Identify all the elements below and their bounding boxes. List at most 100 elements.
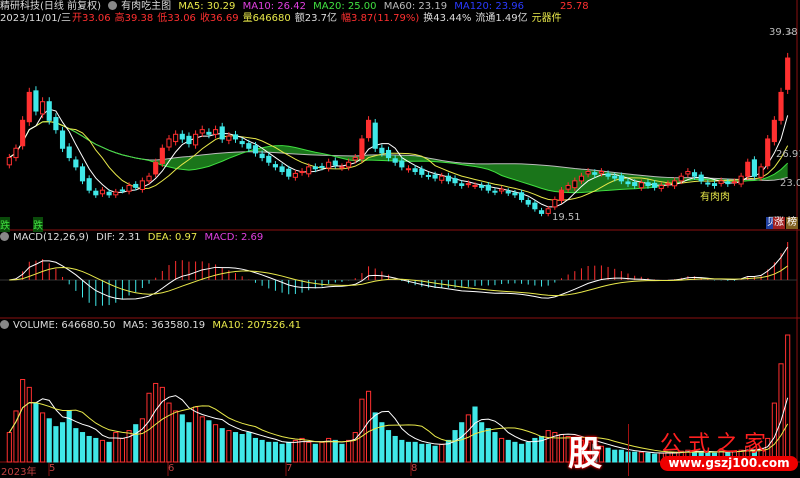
volume-bar bbox=[412, 441, 418, 463]
candle bbox=[745, 161, 751, 177]
volume-bar bbox=[139, 418, 145, 463]
candle bbox=[459, 183, 465, 187]
macd-dea-line bbox=[9, 265, 788, 297]
volume-bar bbox=[365, 390, 372, 463]
candle bbox=[445, 175, 451, 182]
candle bbox=[379, 147, 385, 154]
volume-bar bbox=[346, 439, 352, 463]
time-tick: 8 bbox=[411, 463, 418, 474]
volume-bar bbox=[465, 414, 471, 463]
volume-bar bbox=[212, 424, 219, 463]
candle bbox=[598, 171, 604, 174]
volume-bar bbox=[232, 432, 239, 463]
candle bbox=[725, 181, 731, 185]
candle bbox=[758, 166, 764, 178]
candle bbox=[159, 147, 165, 164]
candle bbox=[492, 190, 498, 193]
candle bbox=[93, 190, 99, 196]
button-rise[interactable]: 涨 bbox=[773, 217, 785, 229]
volume-bar bbox=[93, 437, 99, 463]
candle bbox=[312, 166, 318, 170]
candle bbox=[452, 178, 458, 184]
candle bbox=[186, 135, 192, 145]
candle bbox=[252, 145, 259, 154]
volume-bar bbox=[292, 439, 298, 463]
time-tick: 5 bbox=[49, 463, 56, 474]
left-fall-label: 跌 bbox=[0, 217, 10, 232]
candle bbox=[73, 159, 79, 168]
volume-bar bbox=[512, 441, 518, 463]
candle bbox=[272, 164, 279, 168]
volume-bar bbox=[272, 441, 279, 463]
volume-bar bbox=[518, 443, 525, 463]
volume-bar bbox=[193, 406, 199, 463]
candle bbox=[545, 208, 551, 214]
candle bbox=[299, 171, 305, 174]
candle bbox=[119, 189, 125, 192]
volume-bar bbox=[119, 437, 125, 463]
candle bbox=[279, 166, 285, 173]
macd-dea: DEA: 0.97 bbox=[147, 232, 198, 243]
candle bbox=[20, 119, 26, 147]
volume-bar bbox=[133, 424, 139, 463]
candle bbox=[558, 189, 565, 201]
candle bbox=[785, 57, 791, 90]
candle bbox=[232, 134, 239, 140]
macd-title[interactable]: MACD(12,26,9) bbox=[13, 232, 89, 243]
candle bbox=[565, 185, 571, 190]
candle bbox=[46, 101, 52, 121]
volume-bar bbox=[26, 386, 32, 463]
candle bbox=[472, 185, 478, 188]
candle bbox=[439, 175, 445, 181]
volume-bar bbox=[425, 443, 432, 463]
candle bbox=[499, 188, 505, 192]
candle bbox=[126, 185, 132, 192]
macd-value: MACD: 2.69 bbox=[204, 232, 264, 243]
candle bbox=[771, 119, 777, 143]
candle bbox=[326, 161, 332, 169]
candle bbox=[592, 172, 598, 175]
volume-bar bbox=[379, 422, 385, 463]
candle bbox=[139, 180, 145, 190]
candle bbox=[665, 183, 671, 186]
volume-bar bbox=[146, 392, 152, 463]
candle bbox=[765, 138, 771, 167]
volume-bar bbox=[206, 420, 212, 463]
volume-bar bbox=[405, 441, 412, 463]
high-label: 39.38 bbox=[769, 27, 798, 38]
candle bbox=[538, 210, 545, 214]
volume-bar bbox=[479, 422, 485, 463]
volume-bar bbox=[33, 402, 39, 463]
volume-bar bbox=[279, 443, 285, 463]
volume-bar bbox=[286, 441, 292, 463]
candle bbox=[99, 189, 106, 195]
candle bbox=[658, 185, 664, 189]
dropdown-circle-icon[interactable] bbox=[0, 232, 9, 241]
volume-bar bbox=[319, 441, 325, 463]
candle bbox=[219, 126, 225, 140]
candle bbox=[392, 158, 398, 163]
candle bbox=[346, 161, 352, 168]
volume-header: VOLUME: 646680.50 MA5: 363580.19 MA10: 2… bbox=[0, 320, 305, 332]
volume-bar bbox=[452, 430, 458, 463]
volume-bar bbox=[492, 432, 498, 463]
candle bbox=[512, 192, 518, 196]
volume-bar bbox=[46, 418, 52, 463]
dropdown-circle-icon[interactable] bbox=[0, 320, 9, 329]
button-rank[interactable]: 榜 bbox=[786, 217, 798, 229]
watermark-logo: 股 公式之家 www.gszj100.com bbox=[560, 424, 798, 476]
macd-dif: DIF: 2.31 bbox=[96, 232, 141, 243]
logo-url: www.gszj100.com bbox=[660, 456, 798, 471]
candle bbox=[146, 175, 152, 182]
candle bbox=[266, 155, 272, 163]
candle bbox=[306, 166, 312, 175]
candle bbox=[652, 182, 658, 188]
volume-bar bbox=[432, 445, 438, 463]
candle bbox=[179, 133, 185, 140]
volume-title[interactable]: VOLUME: 646680.50 bbox=[13, 320, 116, 331]
candle bbox=[66, 146, 72, 159]
volume-bar bbox=[166, 402, 172, 463]
candle bbox=[385, 149, 392, 159]
candle bbox=[332, 160, 338, 166]
candle bbox=[412, 168, 418, 173]
